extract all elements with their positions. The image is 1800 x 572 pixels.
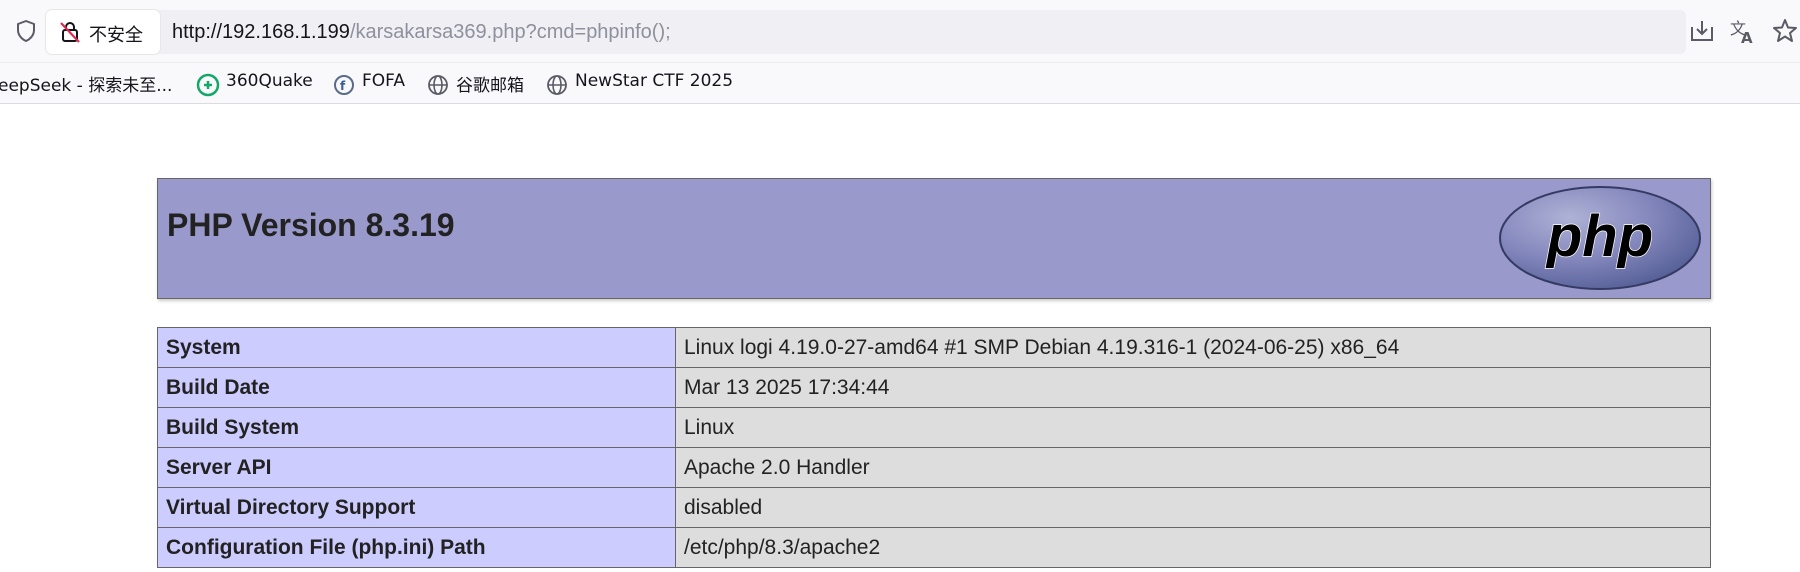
row-key: Server API — [157, 447, 676, 488]
bookmark-label: eepSeek - 探索未至... — [0, 76, 173, 96]
bookmark-label: 360Quake — [226, 71, 313, 91]
php-logo[interactable]: php — [1498, 185, 1702, 296]
security-indicator[interactable]: 不安全 — [46, 10, 160, 54]
url-path: /karsakarsa369.php?cmd=phpinfo(); — [349, 21, 671, 43]
row-key: Build Date — [157, 367, 676, 408]
row-value: disabled — [675, 487, 1711, 528]
table-row: Configuration File (php.ini) Path/etc/ph… — [157, 527, 1711, 568]
page-title: PHP Version 8.3.19 — [167, 207, 455, 243]
browser-toolbar: 不安全 http://192.168.1.199/karsakarsa369.p… — [0, 0, 1800, 63]
bookmark-gmail[interactable]: 谷歌邮箱 — [426, 71, 536, 96]
svg-text:f: f — [340, 79, 346, 93]
row-value: Apache 2.0 Handler — [675, 447, 1711, 488]
bookmark-fofa[interactable]: f FOFA — [332, 71, 412, 95]
translate-icon[interactable]: 文 A — [1728, 16, 1758, 47]
globe-icon — [428, 75, 448, 95]
url-host: http://192.168.1.199 — [172, 21, 350, 43]
svg-text:A: A — [1741, 29, 1753, 46]
download-icon[interactable] — [1687, 16, 1717, 46]
row-value: Linux logi 4.19.0-27-amd64 #1 SMP Debian… — [675, 327, 1711, 368]
table-row: System Linux logi 4.19.0-27-amd64 #1 SMP … — [157, 327, 1711, 368]
bookmark-star-icon[interactable] — [1770, 16, 1800, 46]
globe-icon — [547, 75, 567, 95]
table-row: Server API Apache 2.0 Handler — [157, 447, 1711, 488]
phpinfo-header: PHP Version 8.3.19 php — [157, 178, 1711, 299]
row-key: System — [157, 327, 676, 368]
address-bar[interactable]: 不安全 http://192.168.1.199/karsakarsa369.p… — [46, 10, 1686, 54]
insecure-lock-icon — [60, 22, 80, 43]
bookmark-newstar-ctf[interactable]: NewStar CTF 2025 — [545, 71, 745, 95]
row-key: Virtual Directory Support — [157, 487, 676, 528]
row-value: /etc/php/8.3/apache2 — [675, 527, 1711, 568]
bookmark-360quake[interactable]: 360Quake — [196, 71, 316, 97]
bookmarks-bar: eepSeek - 探索未至... 360Quake f FOFA 谷歌邮箱 N… — [0, 63, 1800, 104]
url-text[interactable]: http://192.168.1.199/karsakarsa369.php?c… — [172, 21, 671, 44]
bookmark-label: NewStar CTF 2025 — [575, 71, 734, 91]
table-row: Virtual Directory Support disabled — [157, 487, 1711, 528]
table-row: Build System Linux — [157, 407, 1711, 448]
shield-icon[interactable] — [13, 18, 39, 44]
row-key: Build System — [157, 407, 676, 448]
php-logo-text: php — [1545, 204, 1653, 269]
phpinfo-table: System Linux logi 4.19.0-27-amd64 #1 SMP … — [157, 327, 1711, 568]
table-row: Build Date Mar 13 2025 17:34:44 — [157, 367, 1711, 408]
bookmark-label: FOFA — [362, 71, 406, 91]
bookmark-label: 谷歌邮箱 — [456, 76, 524, 96]
row-value: Mar 13 2025 17:34:44 — [675, 367, 1711, 408]
quake-icon — [196, 73, 220, 97]
fofa-icon: f — [334, 75, 354, 95]
security-label: 不安全 — [89, 25, 143, 46]
row-value: Linux — [675, 407, 1711, 448]
row-key: Configuration File (php.ini) Path — [157, 527, 676, 568]
